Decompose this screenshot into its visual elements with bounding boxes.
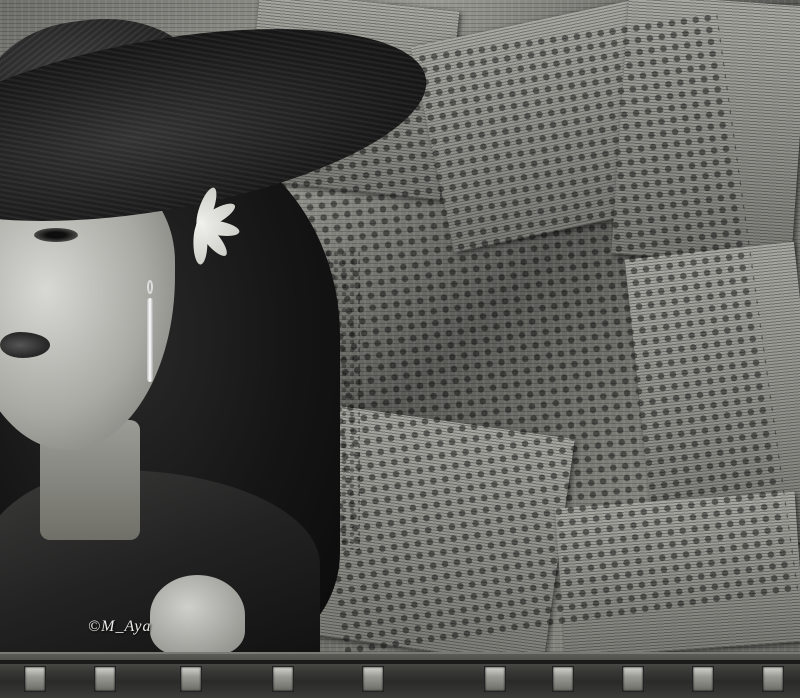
film-sprocket-hole (362, 666, 384, 692)
film-sprocket-hole (24, 666, 46, 692)
film-sprocket-hole (622, 666, 644, 692)
film-strip-border (0, 652, 800, 698)
earring (146, 280, 154, 382)
film-sprocket-hole (552, 666, 574, 692)
film-sprocket-hole (762, 666, 784, 692)
film-sprocket-hole (94, 666, 116, 692)
woman-shoulder (150, 575, 245, 655)
film-sprocket-hole (272, 666, 294, 692)
film-sprocket-hole (692, 666, 714, 692)
film-sprocket-hole (484, 666, 506, 692)
white-flower (176, 185, 266, 273)
film-strip-rail (0, 660, 800, 664)
artwork-canvas: ©M_Aya (0, 0, 800, 698)
artist-signature: ©M_Aya (88, 618, 152, 635)
film-sprocket-hole (180, 666, 202, 692)
woman-eye (34, 228, 78, 242)
